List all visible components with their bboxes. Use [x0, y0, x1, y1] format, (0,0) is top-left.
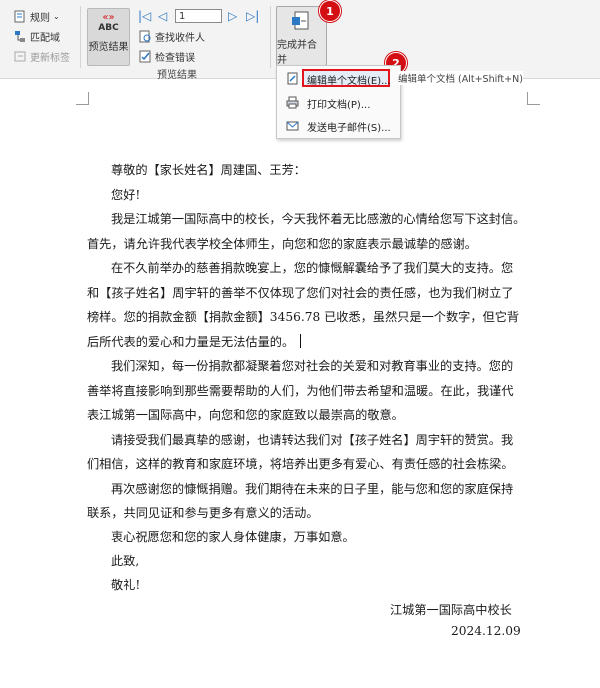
closing-line: 此致,: [111, 554, 140, 568]
menu-item-label: 编辑单个文档(E)...: [307, 75, 391, 87]
find-recipient-icon: [139, 30, 152, 43]
first-record-icon: |◁: [138, 9, 152, 23]
previous-record-icon: ◁: [158, 9, 168, 23]
check-errors-icon: [139, 50, 152, 63]
body-line: 请接受我们最真挚的感谢，也请转达我们对【孩子姓名】周宇轩的赞赏。我: [111, 433, 514, 447]
find-recipient-button[interactable]: 查找收件人: [139, 29, 205, 44]
last-record-icon: ▷|: [246, 9, 260, 23]
previous-record-button[interactable]: ◁: [158, 9, 167, 23]
shortcut-tooltip: 编辑单个文档 (Alt+Shift+N): [398, 71, 523, 85]
rules-icon: [14, 10, 27, 23]
body-line: 榜样。您的捐款金额【捐款金额】3456.78 已收悉，虽然只是一个数字，但它背: [87, 310, 520, 324]
first-record-button[interactable]: |◁: [138, 9, 151, 23]
date-line: 2024.12.09: [451, 624, 521, 638]
menu-item-label: 打印文档(P)...: [307, 99, 371, 111]
ribbon-divider: [80, 6, 81, 68]
menu-item-print-documents[interactable]: 打印文档(P)...: [277, 92, 400, 114]
body-line: 我是江城第一国际高中的校长，今天我怀着无比感激的心情给您写下这封信。: [111, 212, 526, 226]
body-line: 首先，请允许我代表学校全体师生，向您和您的家庭表示最诚挚的感谢。: [87, 237, 477, 251]
next-record-icon: ▷: [228, 9, 238, 23]
rules-button[interactable]: 规则 ⌄: [14, 9, 60, 24]
printer-icon: [286, 96, 299, 109]
body-line: 善举将直接影响到那些需要帮助的人们，为他们带去希望和温暖。在此，我谨代: [87, 384, 514, 398]
menu-item-send-email[interactable]: 发送电子邮件(S)...: [277, 115, 400, 137]
body-line: 再次感谢您的慷慨捐赠。我们期待在未来的日子里，能与您和您的家庭保持: [111, 482, 514, 496]
menu-item-label: 发送电子邮件(S)...: [307, 122, 391, 134]
rules-label: 规则: [30, 13, 50, 24]
email-icon: [286, 119, 299, 132]
match-fields-icon: [14, 30, 27, 43]
callout-badge-1: 1: [319, 0, 341, 22]
body-line: 们相信，这样的教育和家庭环境，将培养出更多有爱心、有责任感的社会栋梁。: [87, 457, 514, 471]
body-line: 表江城第一国际高中，向您和您的家庭致以最崇高的敬意。: [87, 408, 404, 422]
record-number-input[interactable]: 1: [175, 9, 222, 23]
update-labels-label: 更新标签: [30, 53, 70, 64]
edit-document-icon: [286, 72, 299, 85]
last-record-button[interactable]: ▷|: [246, 9, 259, 23]
check-errors-label: 检查错误: [155, 53, 195, 64]
chevron-down-icon: ⌄: [53, 12, 60, 21]
salutation-line: 尊敬的【家长姓名】周建国、王芳：: [111, 163, 306, 177]
body-line: 和【孩子姓名】周宇轩的善举不仅体现了您们对社会的责任感，也为我们树立了: [87, 286, 514, 300]
preview-results-label: 预览结果: [88, 42, 129, 53]
body-line: 衷心祝愿您和您的家人身体健康，万事如意。: [111, 530, 355, 544]
finish-merge-menu: 编辑单个文档(E)... 打印文档(P)... 发送电子邮件(S)...: [276, 65, 401, 139]
find-recipient-label: 查找收件人: [155, 33, 205, 44]
match-fields-label: 匹配域: [30, 33, 60, 44]
body-line: 在不久前举办的慈善捐款晚宴上，您的慷慨解囊给予了我们莫大的支持。您: [111, 261, 514, 275]
greeting-line: 您好!: [111, 188, 141, 202]
finish-merge-label: 完成并合并: [277, 40, 317, 66]
match-fields-button[interactable]: 匹配域: [14, 29, 60, 44]
ribbon-divider: [270, 6, 271, 68]
preview-arrows-icon: «»: [102, 12, 115, 23]
closing-line: 敬礼!: [111, 578, 141, 592]
page-corner-mark: [76, 92, 89, 105]
body-line-text: 后所代表的爱心和力量是无法估量的。: [87, 335, 295, 349]
update-labels-button[interactable]: 更新标签: [14, 49, 70, 64]
menu-item-edit-documents[interactable]: 编辑单个文档(E)...: [277, 68, 400, 90]
preview-abc-icon: ABC: [98, 23, 119, 33]
body-line: 我们深知，每一份捐款都凝聚着您对社会的关爱和对教育事业的支持。您的: [111, 359, 514, 373]
next-record-button[interactable]: ▷: [228, 9, 237, 23]
check-errors-button[interactable]: 检查错误: [139, 49, 195, 64]
preview-group-label: 预览结果: [157, 70, 197, 81]
page-corner-mark: [527, 92, 540, 105]
body-line: 联系，共同见证和参与更多有意义的活动。: [87, 506, 319, 520]
text-cursor: [300, 334, 302, 348]
body-line-with-cursor: 后所代表的爱心和力量是无法估量的。: [87, 332, 302, 350]
signature-line: 江城第一国际高中校长: [390, 603, 512, 617]
finish-merge-icon: [291, 11, 313, 34]
update-labels-icon: [14, 50, 27, 63]
preview-results-button[interactable]: «» ABC 预览结果: [87, 8, 130, 66]
